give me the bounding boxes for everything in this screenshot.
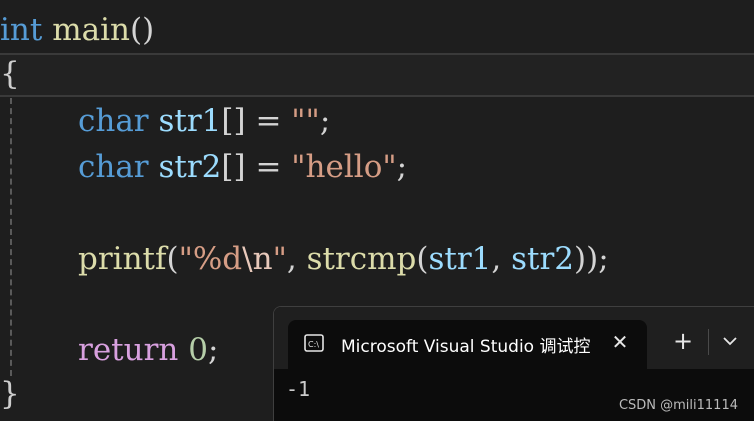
close-brace: } <box>0 376 20 412</box>
terminal-tab-bar: C:\ Microsoft Visual Studio 调试控制台 ✕ + <box>274 307 754 370</box>
variable: str2 <box>158 149 222 185</box>
operator: [] = <box>221 103 292 139</box>
number-literal: 0 <box>188 332 208 368</box>
string-literal: " <box>272 241 287 277</box>
keyword: char <box>78 149 149 185</box>
semicolon: ; <box>396 149 408 185</box>
code-line-6[interactable]: printf("%d\n", strcmp(str1, str2)); <box>78 237 609 281</box>
code-line-1[interactable]: int main() <box>0 8 154 52</box>
string-literal: "" <box>291 103 320 139</box>
console-icon: C:\ <box>304 334 324 352</box>
string-literal: "hello" <box>291 149 397 185</box>
function-name: printf <box>78 241 167 277</box>
keyword: char <box>78 103 149 139</box>
function-name: strcmp <box>306 241 417 277</box>
open-brace: { <box>0 56 20 92</box>
escape-sequence: \n <box>242 241 273 277</box>
keyword: int <box>0 12 43 48</box>
tab-title: Microsoft Visual Studio 调试控制台 <box>341 337 591 357</box>
semicolon: ; <box>207 332 219 368</box>
semicolon: ; <box>319 103 331 139</box>
comma: , <box>286 241 307 277</box>
paren: ( <box>166 241 179 277</box>
svg-text:C:\: C:\ <box>308 340 319 349</box>
plus-icon[interactable]: + <box>669 327 697 355</box>
code-line-3[interactable]: char str1[] = ""; <box>78 99 330 143</box>
code-line-2[interactable]: { <box>0 52 20 96</box>
code-line-9[interactable]: } <box>0 372 20 416</box>
divider <box>708 329 709 355</box>
keyword: return <box>78 332 179 368</box>
indent-guide <box>10 98 12 376</box>
close-icon[interactable]: ✕ <box>608 330 632 354</box>
code-line-4[interactable]: char str2[] = "hello"; <box>78 145 407 189</box>
terminal-tab[interactable]: C:\ Microsoft Visual Studio 调试控制台 ✕ <box>288 320 647 370</box>
variable: str1 <box>158 103 222 139</box>
variable: str1 <box>428 241 492 277</box>
code-line-8[interactable]: return 0; <box>78 328 218 372</box>
watermark: CSDN @mili11114 <box>618 398 738 413</box>
parens: () <box>129 12 155 48</box>
current-line-highlight <box>0 53 754 97</box>
function-name: main <box>52 12 130 48</box>
chevron-down-icon[interactable] <box>718 329 742 353</box>
paren: ( <box>416 241 429 277</box>
variable: str2 <box>511 241 575 277</box>
terminal-output-area[interactable]: -1 <box>286 377 310 401</box>
comma: , <box>491 241 512 277</box>
program-output: -1 <box>286 377 311 401</box>
string-literal: "%d <box>178 241 243 277</box>
close-parens: )); <box>574 241 609 277</box>
operator: [] = <box>221 149 292 185</box>
